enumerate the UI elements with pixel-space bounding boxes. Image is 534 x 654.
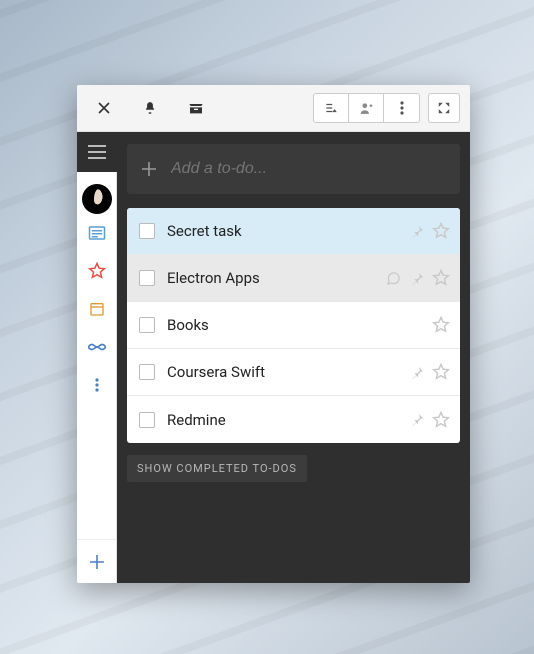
- row-icons: [408, 411, 450, 429]
- star-outline-icon[interactable]: [432, 269, 450, 287]
- row-icons: [432, 316, 450, 334]
- titlebar: [77, 85, 470, 132]
- checkbox[interactable]: [139, 223, 155, 239]
- star-icon[interactable]: [77, 252, 117, 290]
- comment-icon[interactable]: [384, 269, 402, 287]
- checkbox[interactable]: [139, 270, 155, 286]
- todo-item[interactable]: Coursera Swift: [127, 349, 460, 396]
- plus-icon: [141, 161, 157, 177]
- pin-icon[interactable]: [408, 269, 426, 287]
- star-outline-icon[interactable]: [432, 316, 450, 334]
- add-list-icon[interactable]: [77, 539, 117, 583]
- show-completed-button[interactable]: SHOW COMPLETED TO-DOS: [127, 455, 307, 482]
- checkbox[interactable]: [139, 317, 155, 333]
- archive-icon[interactable]: [173, 85, 219, 132]
- avatar[interactable]: [82, 184, 112, 214]
- infinity-icon[interactable]: [77, 328, 117, 366]
- pin-icon[interactable]: [408, 411, 426, 429]
- bell-icon[interactable]: [127, 85, 173, 132]
- row-icons: [408, 222, 450, 240]
- add-todo-input[interactable]: [171, 160, 446, 178]
- todo-label: Electron Apps: [167, 269, 372, 287]
- app-window: Secret task Electron Apps Books Coursera Sw…: [77, 85, 470, 583]
- todo-item[interactable]: Electron Apps: [127, 255, 460, 302]
- star-outline-icon[interactable]: [432, 363, 450, 381]
- row-icons: [384, 269, 450, 287]
- todo-label: Redmine: [167, 411, 396, 429]
- row-icons: [408, 363, 450, 381]
- todo-list: Secret task Electron Apps Books Coursera Sw…: [127, 208, 460, 443]
- sort-icon[interactable]: [314, 94, 349, 122]
- checkbox[interactable]: [139, 364, 155, 380]
- checkbox[interactable]: [139, 412, 155, 428]
- todo-item[interactable]: Books: [127, 302, 460, 349]
- main-panel: Secret task Electron Apps Books Coursera Sw…: [117, 132, 470, 583]
- inbox-icon[interactable]: [77, 214, 117, 252]
- todo-item[interactable]: Redmine: [127, 396, 460, 443]
- pin-icon[interactable]: [408, 363, 426, 381]
- app-body: Secret task Electron Apps Books Coursera Sw…: [77, 132, 470, 583]
- star-outline-icon[interactable]: [432, 411, 450, 429]
- todo-label: Coursera Swift: [167, 363, 396, 381]
- calendar-icon[interactable]: [77, 290, 117, 328]
- more-icon[interactable]: [384, 94, 419, 122]
- todo-item[interactable]: Secret task: [127, 208, 460, 255]
- todo-label: Books: [167, 316, 420, 334]
- view-button-group: [313, 93, 420, 123]
- hamburger-icon[interactable]: [77, 132, 117, 172]
- sidebar-more-icon[interactable]: [77, 366, 117, 404]
- todo-label: Secret task: [167, 222, 396, 240]
- add-todo-field[interactable]: [127, 144, 460, 194]
- close-icon[interactable]: [81, 85, 127, 132]
- pin-icon[interactable]: [408, 222, 426, 240]
- sidebar: [77, 132, 117, 583]
- fullscreen-icon[interactable]: [428, 93, 460, 123]
- share-icon[interactable]: [349, 94, 384, 122]
- star-outline-icon[interactable]: [432, 222, 450, 240]
